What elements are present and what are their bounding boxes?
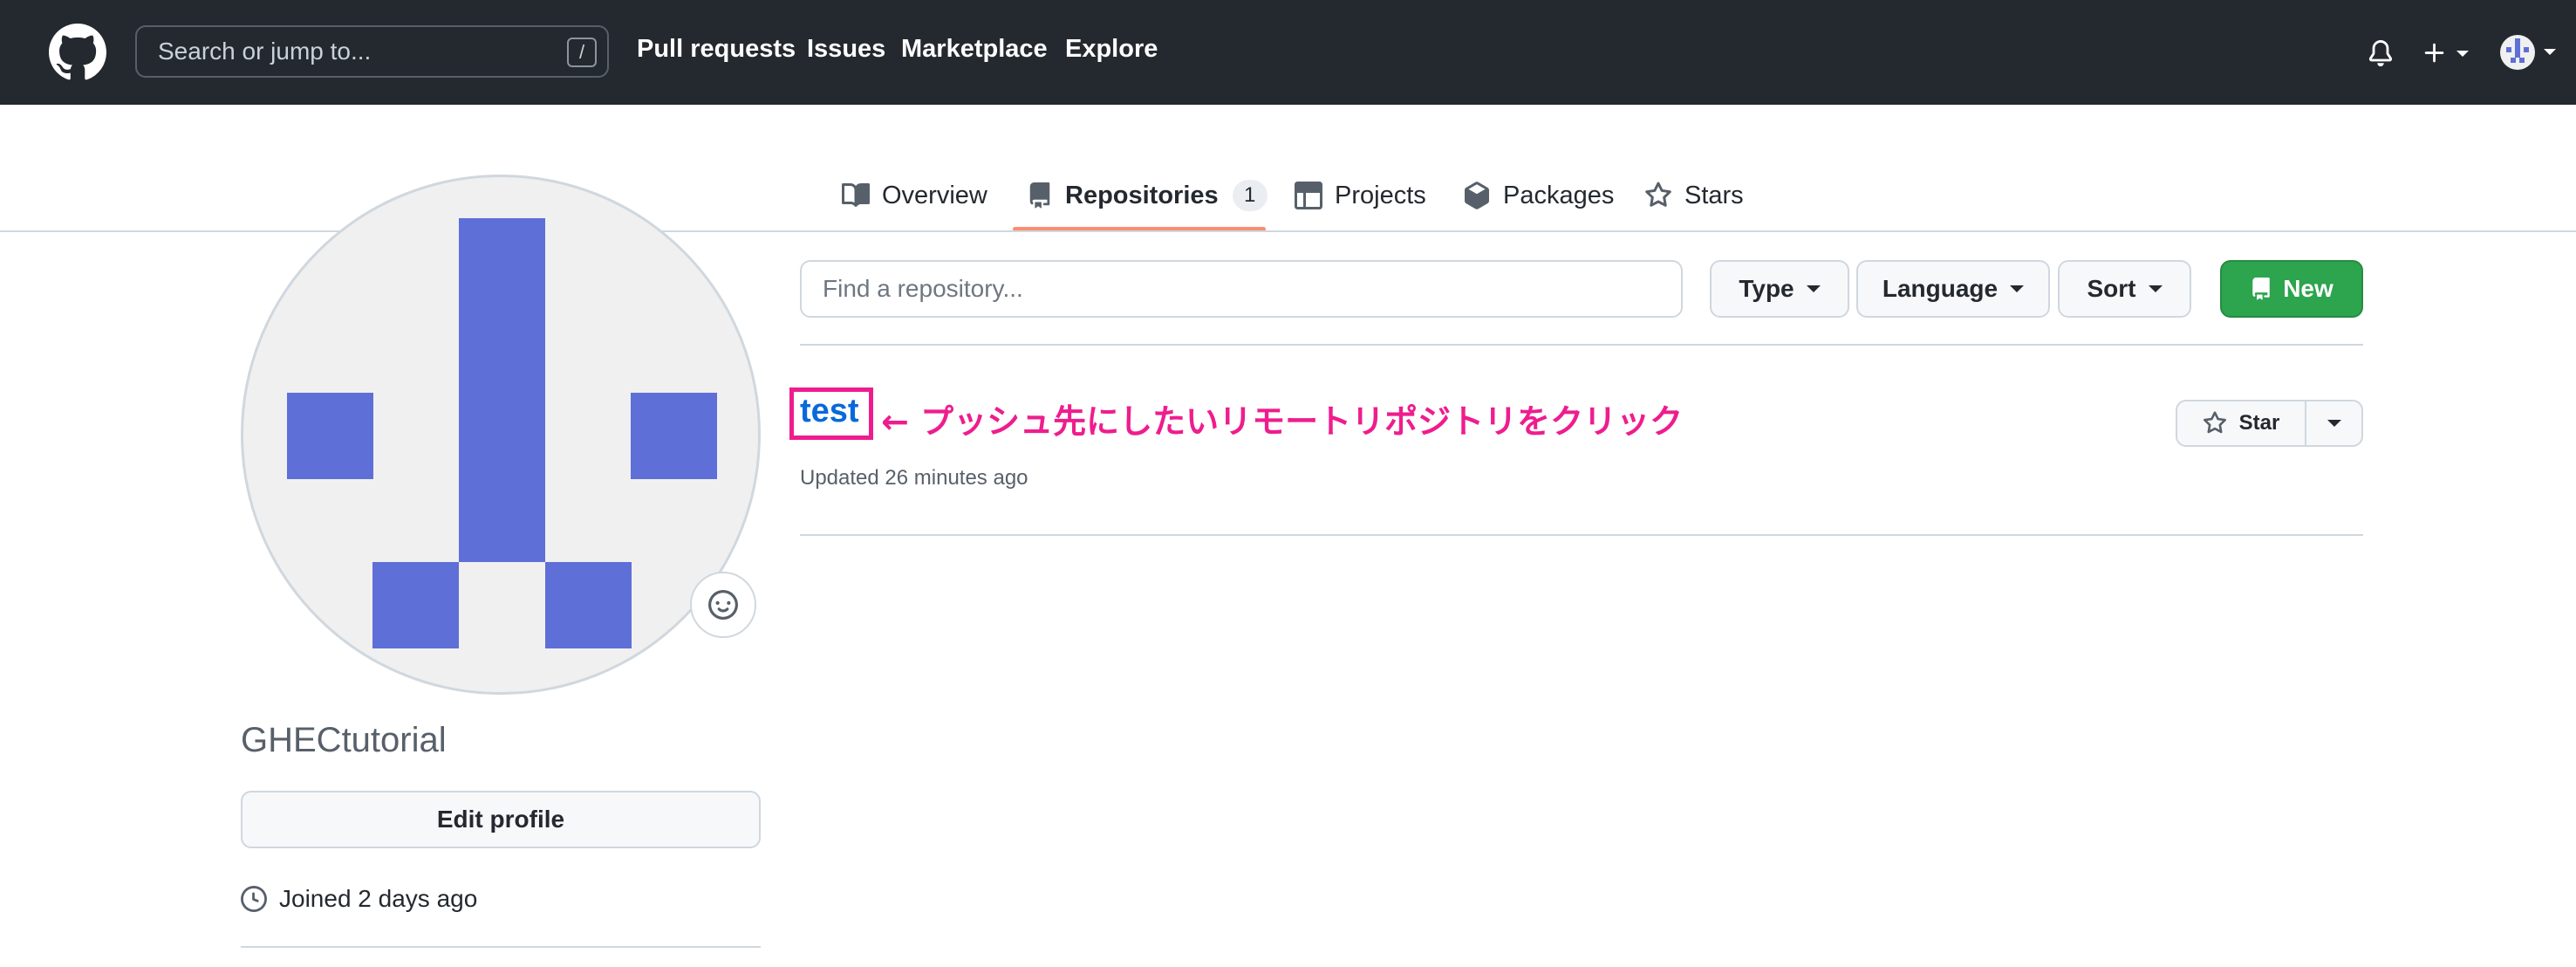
clock-icon [241, 886, 267, 912]
caret-down-icon [2010, 285, 2025, 292]
star-icon [2203, 411, 2226, 434]
tab-label: Projects [1335, 181, 1426, 209]
table-icon [1295, 182, 1322, 209]
create-new-menu[interactable] [2422, 38, 2474, 68]
repo-count-badge: 1 [1232, 180, 1268, 211]
tab-packages[interactable]: Packages [1463, 161, 1614, 230]
profile-username: GHECtutorial [241, 721, 447, 759]
identicon-image [287, 218, 717, 648]
global-search[interactable]: / [135, 25, 609, 78]
dropdown-label: Sort [2087, 275, 2136, 302]
nav-explore[interactable]: Explore [1065, 35, 1158, 64]
dropdown-label: Type [1739, 275, 1794, 302]
bell-icon[interactable] [2368, 38, 2394, 68]
smiley-icon [708, 590, 738, 620]
joined-info: Joined 2 days ago [241, 885, 477, 913]
package-icon [1465, 182, 1489, 209]
nav-issues[interactable]: Issues [807, 35, 885, 64]
caret-down-icon [1806, 285, 1821, 292]
joined-text: Joined 2 days ago [279, 885, 478, 912]
avatar-small [2500, 35, 2535, 70]
star-button[interactable]: Star [2176, 400, 2306, 447]
search-shortcut-key: / [567, 38, 597, 67]
caret-down-icon [2327, 420, 2341, 427]
nav-marketplace[interactable]: Marketplace [901, 35, 1048, 64]
list-divider [800, 344, 2363, 346]
caret-down-icon [2148, 285, 2163, 292]
star-list-dropdown[interactable] [2305, 400, 2363, 447]
global-header: / Pull requests Issues Marketplace Explo… [0, 0, 2576, 105]
book-icon [842, 182, 870, 207]
dropdown-label: Language [1882, 275, 1999, 302]
repo-icon [2252, 278, 2270, 300]
repo-link[interactable]: test [800, 393, 859, 430]
star-label: Star [2238, 411, 2280, 435]
tab-overview[interactable]: Overview [842, 161, 987, 230]
language-filter-dropdown[interactable]: Language [1856, 260, 2050, 318]
list-divider [800, 534, 2363, 536]
tab-label: Packages [1503, 181, 1615, 209]
tab-label: Repositories [1065, 181, 1219, 209]
chevron-down-icon [2456, 51, 2469, 57]
plus-icon [2424, 43, 2444, 63]
sort-dropdown[interactable]: Sort [2058, 260, 2191, 318]
chevron-down-icon [2544, 49, 2556, 55]
annotation-text: ← プッシュ先にしたいリモートリポジトリをクリック [881, 402, 1684, 441]
nav-pull-requests[interactable]: Pull requests [637, 35, 796, 64]
edit-profile-button[interactable]: Edit profile [241, 791, 761, 848]
profile-divider [241, 946, 761, 948]
user-menu[interactable] [2500, 35, 2561, 70]
set-status-button[interactable] [690, 572, 756, 638]
new-repository-button[interactable]: New [2220, 260, 2363, 318]
tab-repositories[interactable]: Repositories 1 [1027, 161, 1268, 230]
type-filter-dropdown[interactable]: Type [1710, 260, 1849, 318]
find-repository-input[interactable] [800, 260, 1683, 318]
repo-updated-time: Updated 26 minutes ago [800, 466, 1028, 490]
tab-label: Stars [1684, 181, 1744, 209]
new-label: New [2283, 275, 2333, 302]
tab-projects[interactable]: Projects [1295, 161, 1426, 230]
github-logo-icon[interactable] [49, 24, 106, 81]
search-input[interactable] [137, 27, 607, 76]
tab-label: Overview [882, 181, 987, 209]
repo-icon [1029, 182, 1050, 209]
star-icon [1645, 182, 1671, 207]
tab-stars[interactable]: Stars [1644, 161, 1744, 230]
avatar [241, 175, 761, 695]
